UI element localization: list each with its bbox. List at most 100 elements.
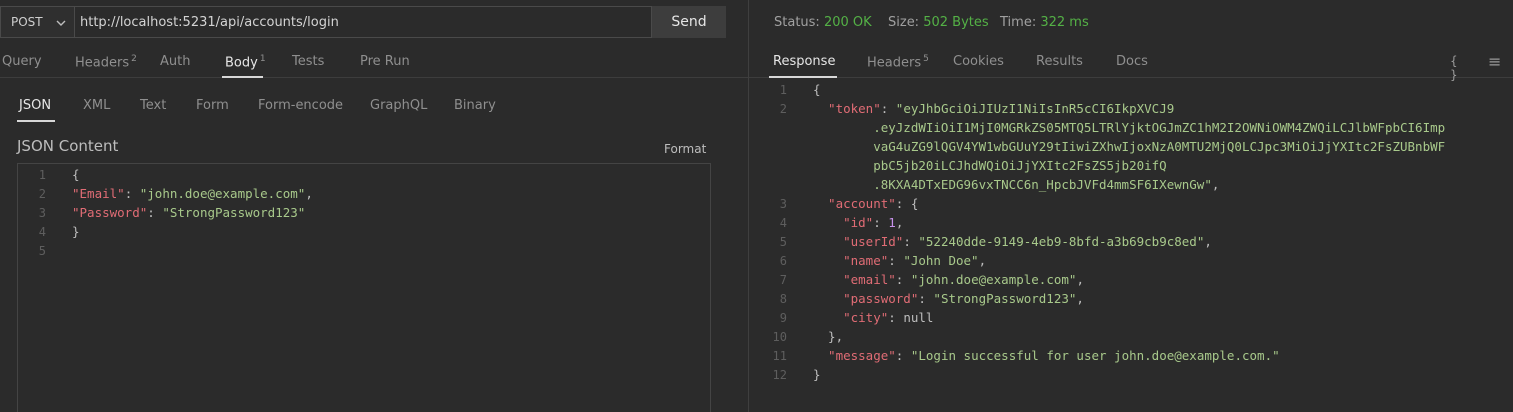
code-token: : — [888, 253, 904, 268]
response-headers-count-badge: 5 — [923, 54, 929, 64]
code-token: } — [813, 367, 821, 382]
tab-form-encode[interactable]: Form-encode — [258, 98, 343, 113]
code-line: "id": 1, — [813, 215, 903, 234]
code-line: } — [813, 367, 821, 386]
code-token: : { — [895, 196, 919, 211]
body-count-badge: 1 — [259, 54, 266, 64]
code-token: , — [1076, 272, 1084, 287]
tab-tests[interactable]: Tests — [292, 54, 324, 69]
line-number: 6 — [779, 254, 787, 268]
request-pane: POST http://localhost:5231/api/accounts/… — [0, 0, 748, 412]
send-button[interactable]: Send — [652, 6, 726, 38]
tab-json[interactable]: JSON — [19, 98, 51, 113]
braces-icon[interactable]: { } — [1450, 54, 1468, 82]
code-token: , — [305, 186, 313, 201]
tab-headers[interactable]: Headers 2 — [75, 54, 137, 70]
tab-query[interactable]: Query — [2, 54, 42, 69]
line-number: 1 — [38, 168, 46, 182]
code-token: { — [813, 82, 821, 97]
tab-docs[interactable]: Docs — [1116, 54, 1148, 69]
headers-count-badge: 2 — [131, 54, 137, 64]
size-info: Size: 502 Bytes — [888, 15, 989, 30]
code-token: "account" — [813, 196, 896, 211]
tab-response[interactable]: Response — [773, 54, 835, 69]
response-viewer[interactable]: 1 {2 "token": "eyJhbGciOiJIUzI1NiIsInR5cC… — [749, 80, 1513, 412]
code-token: "StrongPassword123" — [162, 205, 306, 220]
code-line: } — [72, 224, 80, 243]
code-line: "Password": "StrongPassword123" — [72, 205, 305, 224]
code-token: "Password" — [72, 205, 148, 220]
active-response-tab-indicator — [769, 76, 837, 78]
code-token: vaG4uZG9lQGV4YW1wbGUuY29tIiwiZXhwIjoxNzA… — [813, 139, 1446, 154]
active-body-tab-indicator — [17, 120, 55, 122]
format-button[interactable]: Format — [664, 142, 706, 156]
code-line: "password": "StrongPassword123", — [813, 291, 1084, 310]
code-line: }, — [813, 329, 843, 348]
active-tab-indicator — [222, 76, 263, 78]
code-line: "Email": "john.doe@example.com", — [72, 186, 313, 205]
code-token: "john.doe@example.com" — [910, 272, 1077, 287]
code-token: "Login successful for user john.doe@exam… — [910, 348, 1280, 363]
method-label: POST — [11, 15, 43, 29]
code-token: "john.doe@example.com" — [139, 186, 306, 201]
code-token: "password" — [813, 291, 919, 306]
code-token: , — [1076, 291, 1084, 306]
json-editor[interactable]: 1 {2 "Email": "john.doe@example.com", 3 "Pas… — [17, 163, 711, 412]
code-token: "John Doe" — [903, 253, 979, 268]
tab-graphql[interactable]: GraphQL — [370, 98, 427, 113]
code-line: "message": "Login successful for user jo… — [813, 348, 1280, 367]
tab-results[interactable]: Results — [1036, 54, 1083, 69]
code-token: .8KXA4DTxEDG96vxTNCC6n_HpcbJVFd4mmSF6IXe… — [813, 177, 1212, 192]
status-info: Status: 200 OK — [774, 15, 872, 30]
tab-pre-run[interactable]: Pre Run — [360, 54, 410, 69]
line-number: 2 — [38, 187, 46, 201]
response-pane: Status: 200 OK Size: 502 Bytes Time: 322… — [749, 0, 1513, 412]
code-token: : — [903, 234, 919, 249]
code-line: .eyJzdWIiOiI1MjI0MGRkZS05MTQ5LTRlYjktOGJ… — [813, 120, 1445, 139]
status-value: 200 OK — [823, 15, 872, 30]
menu-icon[interactable]: ≡ — [1488, 52, 1506, 71]
line-number: 7 — [779, 273, 787, 287]
code-token: null — [903, 310, 934, 325]
code-token: "city" — [813, 310, 889, 325]
json-content-title: JSON Content — [17, 137, 119, 155]
time-info: Time: 322 ms — [1000, 15, 1089, 30]
code-token: pbC5jb20iLCJhdWQiOiJjYXItc2FsZS5jb20ifQ — [813, 158, 1167, 173]
tab-body[interactable]: Body 1 — [225, 54, 266, 70]
tab-binary[interactable]: Binary — [454, 98, 496, 113]
code-token: "name" — [813, 253, 889, 268]
code-token: : — [880, 101, 896, 116]
code-token: } — [72, 224, 80, 239]
code-line: "token": "eyJhbGciOiJIUzI1NiIsInR5cCI6Ik… — [813, 101, 1174, 120]
line-number: 11 — [772, 349, 787, 363]
method-select[interactable]: POST — [0, 6, 74, 38]
code-token: : — [124, 186, 140, 201]
line-number: 4 — [779, 216, 787, 230]
code-token: : — [918, 291, 934, 306]
code-line: { — [813, 82, 821, 101]
line-number: 4 — [38, 225, 46, 239]
code-token: "52240dde-9149-4eb9-8bfd-a3b69cb9c8ed" — [918, 234, 1205, 249]
tab-form[interactable]: Form — [196, 98, 229, 113]
code-token: "message" — [813, 348, 896, 363]
code-token: : — [873, 215, 889, 230]
url-text: http://localhost:5231/api/accounts/login — [80, 14, 339, 30]
code-token: "StrongPassword123" — [933, 291, 1077, 306]
code-line: .8KXA4DTxEDG96vxTNCC6n_HpcbJVFd4mmSF6IXe… — [813, 177, 1219, 196]
size-label: Size: — [888, 15, 920, 30]
line-number: 2 — [779, 102, 787, 116]
url-input[interactable]: http://localhost:5231/api/accounts/login — [74, 6, 652, 38]
line-number: 8 — [779, 292, 787, 306]
line-number: 5 — [38, 244, 46, 258]
size-value: 502 Bytes — [923, 15, 989, 30]
code-token: : — [888, 310, 904, 325]
code-line: vaG4uZG9lQGV4YW1wbGUuY29tIiwiZXhwIjoxNzA… — [813, 139, 1445, 158]
code-token: : — [895, 272, 911, 287]
tab-response-headers[interactable]: Headers 5 — [867, 54, 929, 70]
tab-text[interactable]: Text — [140, 98, 166, 113]
code-token: "Email" — [72, 186, 125, 201]
tab-cookies[interactable]: Cookies — [953, 54, 1004, 69]
tab-xml[interactable]: XML — [83, 98, 110, 113]
line-number: 12 — [772, 368, 787, 382]
tab-auth[interactable]: Auth — [160, 54, 190, 69]
